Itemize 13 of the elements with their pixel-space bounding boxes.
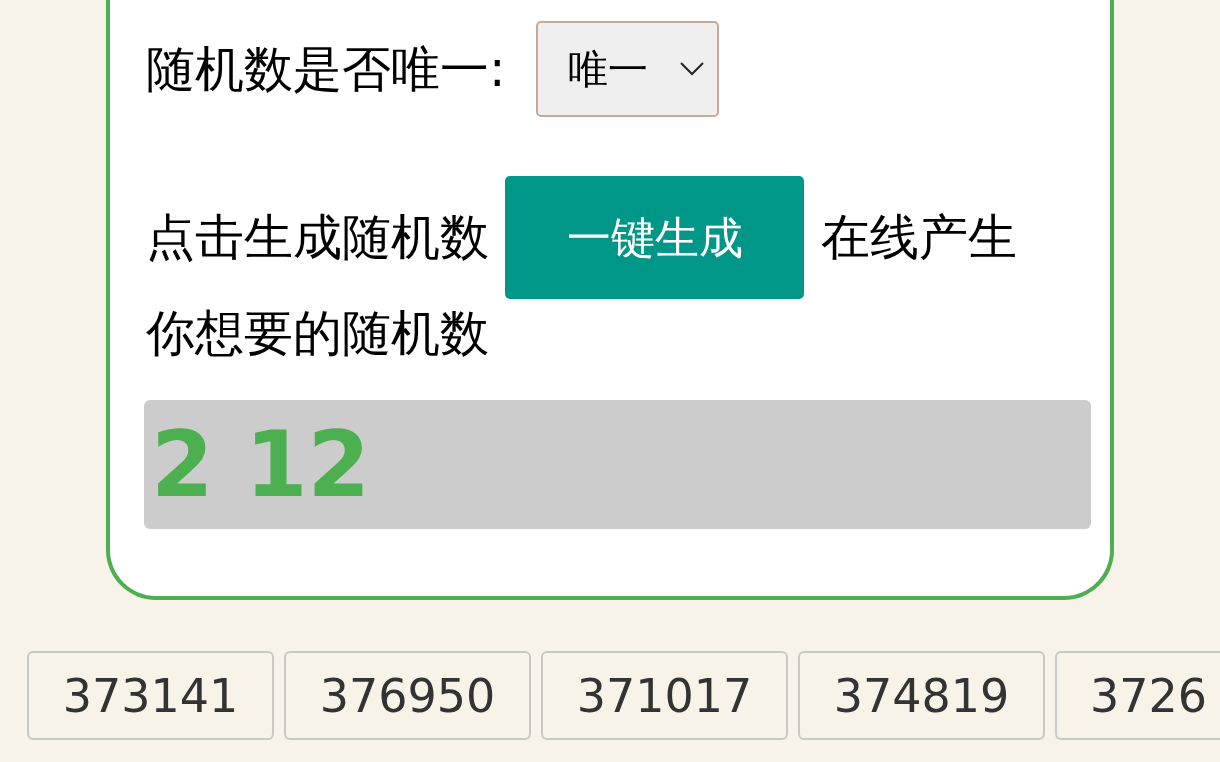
history-number: 374819 [798,651,1045,740]
history-number: 373141 [27,651,274,740]
generate-button[interactable]: 一键生成 [505,176,804,299]
history-number: 376950 [284,651,531,740]
generate-prompt: 在线产生 [821,213,1017,262]
generate-prompt: 你想要的随机数 [146,309,489,358]
result-display: 2 12 [144,400,1091,529]
history-number: 371017 [541,651,788,740]
generate-prompt: 点击生成随机数 [146,213,489,262]
history-number: 3726 [1055,651,1220,740]
unique-label: 随机数是否唯一: [146,44,506,94]
chevron-down-icon [679,62,704,76]
unique-select[interactable]: 唯一 [535,21,719,117]
